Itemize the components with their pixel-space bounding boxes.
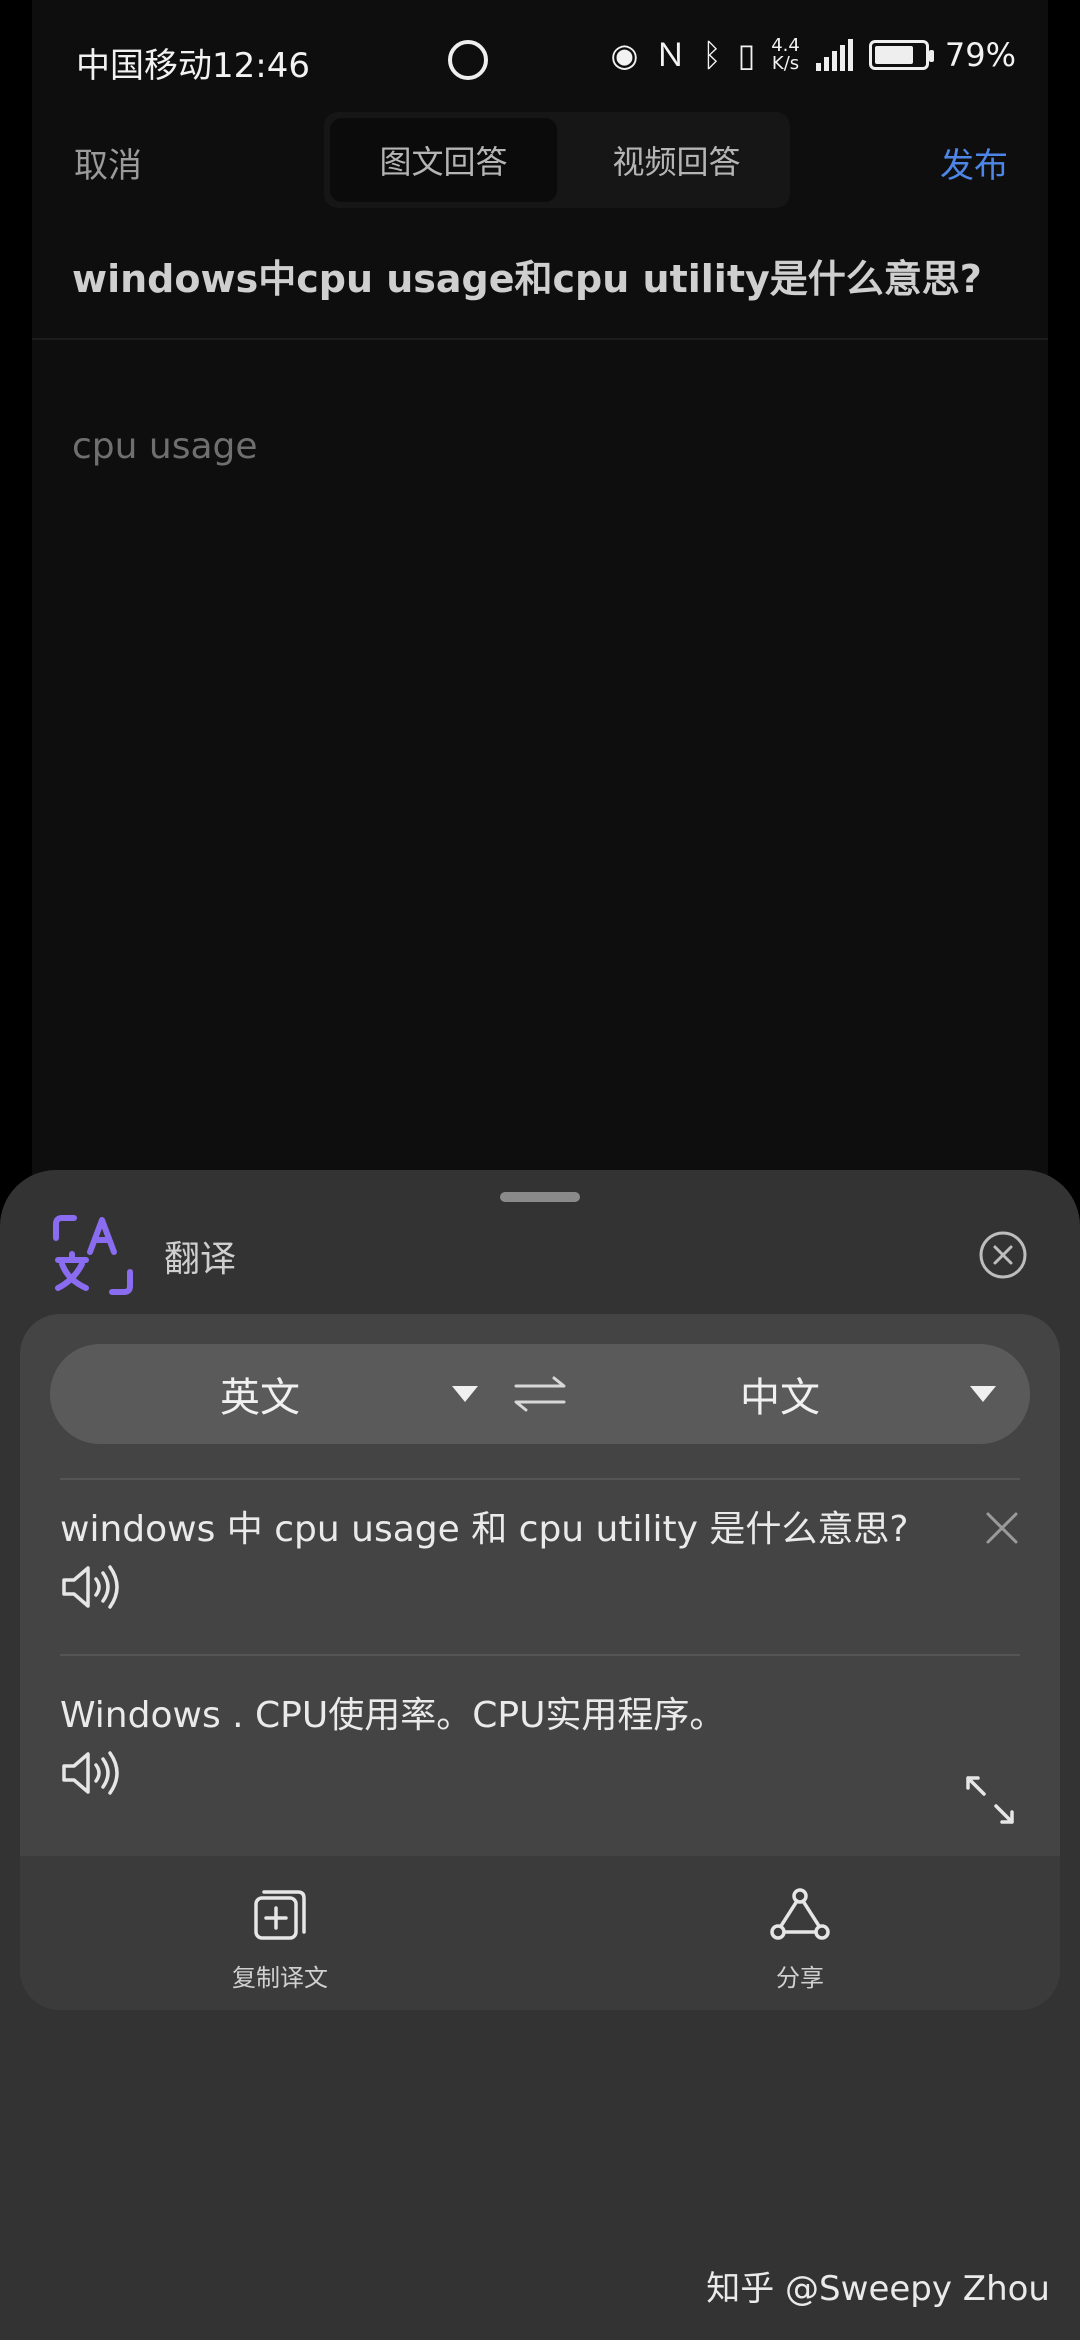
sheet-title: 翻译 — [164, 1239, 237, 1280]
target-language-select[interactable]: 中文 — [740, 1344, 820, 1444]
speaker-icon[interactable] — [60, 1564, 122, 1610]
close-icon[interactable] — [978, 1230, 1028, 1280]
vibrate-icon: ▯ — [737, 36, 756, 74]
language-bar: 英文 中文 — [50, 1344, 1030, 1444]
source-language-select[interactable]: 英文 — [220, 1344, 300, 1444]
translate-sheet: 翻译 英文 中文 windows 中 cpu usage 和 cpu utili… — [0, 1170, 1080, 2340]
answer-editor: 取消 图文回答 视频回答 发布 windows中cpu usage和cpu ut… — [32, 0, 1048, 1220]
publish-button[interactable]: 发布 — [940, 138, 1008, 187]
tab-video-answer[interactable]: 视频回答 — [563, 112, 790, 208]
copy-translation-button[interactable]: 复制译文 — [180, 1886, 380, 1993]
divider — [60, 1478, 1020, 1480]
battery-icon — [868, 40, 934, 70]
copy-translation-label: 复制译文 — [232, 1964, 328, 1992]
share-button[interactable]: 分享 — [700, 1886, 900, 1993]
net-speed: 4.4 K/s — [771, 35, 800, 74]
status-bar: 中国移动12:46 ◉ Ｎ ᛒ ▯ 4.4 K/s 79% — [0, 0, 1080, 116]
action-bar: 复制译文 分享 — [20, 1856, 1060, 2010]
speaker-icon[interactable] — [60, 1750, 122, 1796]
status-icons: ◉ Ｎ ᛒ ▯ 4.4 K/s 79% — [610, 36, 1016, 74]
editor-header: 取消 图文回答 视频回答 发布 — [32, 112, 1048, 212]
battery-fill — [874, 46, 913, 64]
copy-icon — [254, 1890, 306, 1940]
signal-icon — [815, 39, 853, 71]
expand-icon[interactable] — [964, 1774, 1016, 1826]
clear-icon[interactable] — [984, 1510, 1020, 1546]
share-icon — [770, 1888, 830, 1940]
swap-languages-icon[interactable] — [512, 1372, 568, 1416]
source-text-input[interactable]: windows 中 cpu usage 和 cpu utility 是什么意思? — [60, 1500, 908, 1552]
battery-percent: 79% — [944, 36, 1016, 74]
question-title: windows中cpu usage和cpu utility是什么意思? — [72, 257, 982, 301]
chevron-down-icon[interactable] — [452, 1386, 478, 1402]
cancel-button[interactable]: 取消 — [74, 138, 142, 187]
drag-handle[interactable] — [500, 1192, 580, 1202]
translated-text: Windows . CPU使用率。CPU实用程序。 — [60, 1695, 726, 1736]
answer-type-tabs: 图文回答 视频回答 — [324, 112, 790, 208]
translate-panel: 英文 中文 windows 中 cpu usage 和 cpu utility … — [20, 1314, 1060, 2010]
divider — [32, 338, 1048, 340]
watermark: 知乎 @Sweepy Zhou — [706, 2269, 1050, 2309]
bluetooth-icon: ᛒ — [702, 36, 722, 74]
app-notification-icon — [448, 40, 488, 80]
eye-comfort-icon: ◉ — [610, 36, 639, 74]
divider — [60, 1654, 1020, 1656]
share-label: 分享 — [776, 1964, 824, 1992]
carrier-time: 中国移动12:46 — [76, 46, 310, 86]
tab-image-text-answer[interactable]: 图文回答 — [330, 118, 557, 202]
chevron-down-icon[interactable] — [970, 1386, 996, 1402]
answer-body-input[interactable]: cpu usage — [72, 426, 258, 467]
translate-logo-icon — [53, 1215, 133, 1295]
nfc-icon: Ｎ — [654, 36, 687, 74]
